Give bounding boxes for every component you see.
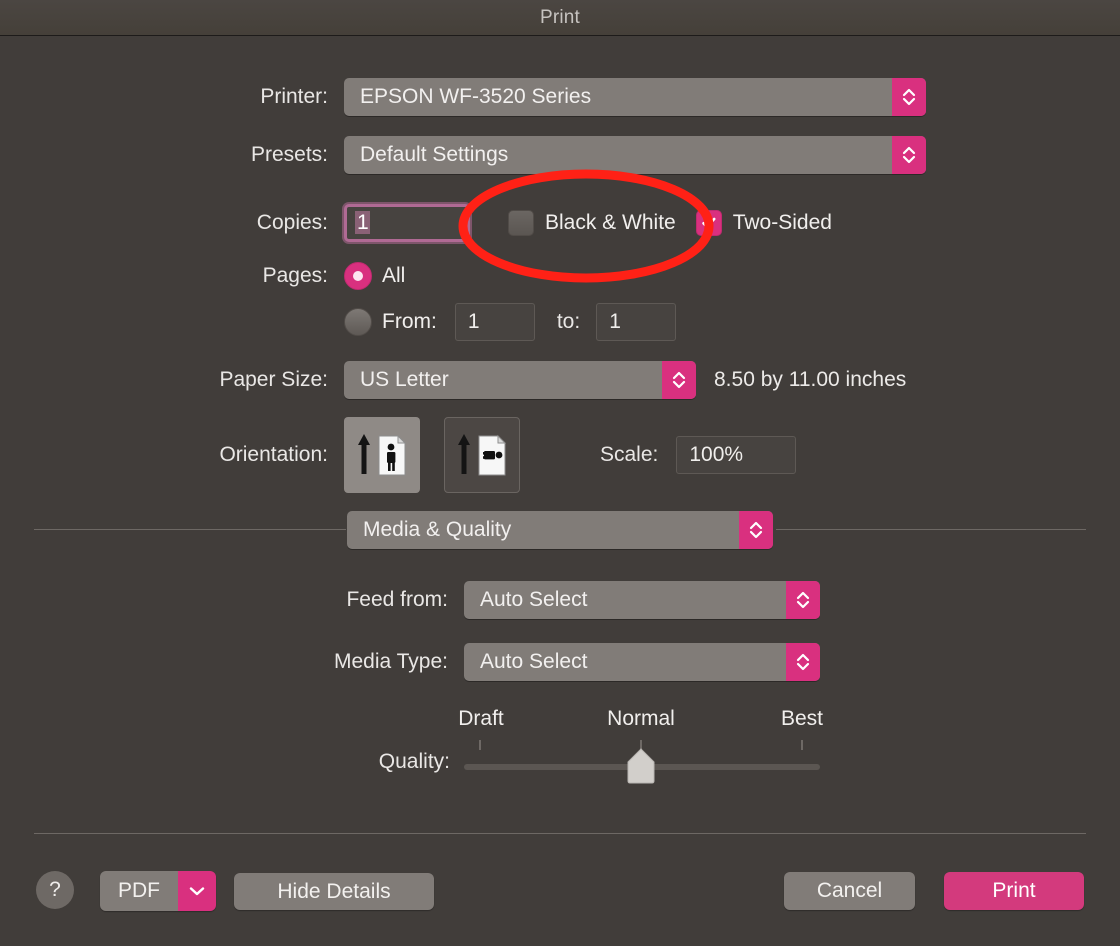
landscape-icon [458, 434, 507, 476]
cancel-label: Cancel [816, 879, 883, 902]
print-label: Print [992, 879, 1036, 902]
portrait-icon [358, 434, 407, 476]
paper-size-value: US Letter [360, 368, 449, 391]
feed-from-select[interactable]: Auto Select [464, 581, 820, 619]
feed-from-row: Feed from: Auto Select [0, 581, 1120, 619]
two-sided-checkbox[interactable] [695, 210, 722, 236]
pdf-button[interactable]: PDF [100, 871, 216, 911]
quality-tick-label-best: Best [780, 707, 824, 730]
black-white-checkbox[interactable] [508, 210, 534, 236]
pages-to-input[interactable]: 1 [596, 303, 677, 341]
paper-size-label: Paper Size: [219, 368, 328, 391]
quality-tick-best [801, 740, 803, 750]
pages-from-value: 1 [467, 310, 480, 333]
presets-label: Presets: [250, 143, 328, 166]
two-sided-label: Two-Sided [732, 211, 832, 234]
pages-all-radio-group[interactable]: All [344, 262, 405, 290]
quality-slider-thumb[interactable] [625, 748, 657, 784]
feed-from-label: Feed from: [346, 588, 448, 611]
presets-select[interactable]: Default Settings [344, 136, 926, 174]
paper-size-select[interactable]: US Letter [344, 361, 696, 399]
pages-range-radio-group[interactable]: From: [344, 308, 437, 336]
chevron-updown-icon[interactable] [662, 361, 696, 399]
printer-label: Printer: [260, 85, 328, 108]
quality-tick-label-normal: Normal [607, 707, 675, 730]
hide-details-label: Hide Details [277, 879, 391, 903]
media-type-select[interactable]: Auto Select [464, 643, 820, 681]
black-white-checkbox-group[interactable]: Black & White [508, 210, 676, 236]
copies-input[interactable]: 1 [344, 204, 470, 242]
pages-to-value: 1 [609, 310, 621, 333]
orientation-label: Orientation: [219, 443, 328, 466]
window-title: Print [539, 6, 581, 28]
printer-row: Printer: EPSON WF-3520 Series [0, 78, 1120, 116]
scale-label: Scale: [600, 443, 659, 466]
media-type-value: Auto Select [480, 650, 588, 673]
pages-row-all: Pages: All [0, 262, 1120, 290]
presets-row: Presets: Default Settings [0, 136, 1120, 174]
scale-input[interactable]: 100% [676, 436, 797, 474]
scale-value: 100% [689, 443, 744, 466]
quality-tick-label-draft: Draft [458, 707, 504, 730]
footer-divider [34, 833, 1086, 834]
printer-value: EPSON WF-3520 Series [360, 85, 592, 108]
chevron-down-icon[interactable] [178, 871, 216, 911]
chevron-updown-icon[interactable] [786, 643, 820, 681]
black-white-label: Black & White [545, 211, 676, 234]
pages-to-label: to: [556, 310, 581, 333]
copies-value: 1 [355, 211, 370, 234]
title-bar: Print [0, 0, 1120, 36]
orientation-row: Orientation: Scale: 100% [0, 417, 1120, 493]
media-type-row: Media Type: Auto Select [0, 643, 1120, 681]
pages-range-radio[interactable] [344, 308, 372, 336]
section-value: Media & Quality [363, 518, 512, 541]
pages-from-input[interactable]: 1 [454, 303, 535, 341]
pages-label: Pages: [262, 264, 328, 287]
print-button[interactable]: Print [944, 872, 1084, 910]
pages-from-label: From: [382, 310, 437, 333]
media-type-label: Media Type: [333, 650, 448, 673]
chevron-updown-icon[interactable] [739, 511, 773, 549]
chevron-updown-icon[interactable] [892, 78, 926, 116]
orientation-landscape-button[interactable] [444, 417, 520, 493]
section-divider-left [34, 529, 346, 530]
pdf-label: PDF [100, 871, 178, 911]
paper-size-row: Paper Size: US Letter 8.50 by 11.00 inch… [0, 361, 1120, 399]
print-dialog: Print Printer: EPSON WF-3520 Series Pres… [0, 0, 1120, 946]
help-label: ? [49, 878, 61, 901]
chevron-updown-icon[interactable] [892, 136, 926, 174]
cancel-button[interactable]: Cancel [784, 872, 915, 910]
help-button[interactable]: ? [36, 871, 74, 909]
checkmark-icon [701, 217, 716, 229]
pages-row-range: From: 1 to: 1 [0, 303, 1120, 341]
paper-dimensions-text: 8.50 by 11.00 inches [714, 368, 907, 391]
section-select[interactable]: Media & Quality [347, 511, 773, 549]
two-sided-checkbox-group[interactable]: Two-Sided [695, 210, 832, 236]
feed-from-value: Auto Select [480, 588, 588, 611]
copies-label: Copies: [256, 211, 328, 234]
chevron-updown-icon[interactable] [786, 581, 820, 619]
presets-value: Default Settings [360, 143, 509, 166]
hide-details-button[interactable]: Hide Details [234, 873, 434, 910]
copies-row: Copies: 1 Black & White Two-Sided [0, 204, 1120, 242]
quality-tick-draft [479, 740, 481, 750]
pages-all-radio[interactable] [344, 262, 372, 290]
pages-all-label: All [382, 264, 406, 287]
orientation-portrait-button[interactable] [344, 417, 420, 493]
section-divider-right [776, 529, 1086, 530]
quality-label: Quality: [378, 750, 450, 773]
printer-select[interactable]: EPSON WF-3520 Series [344, 78, 926, 116]
